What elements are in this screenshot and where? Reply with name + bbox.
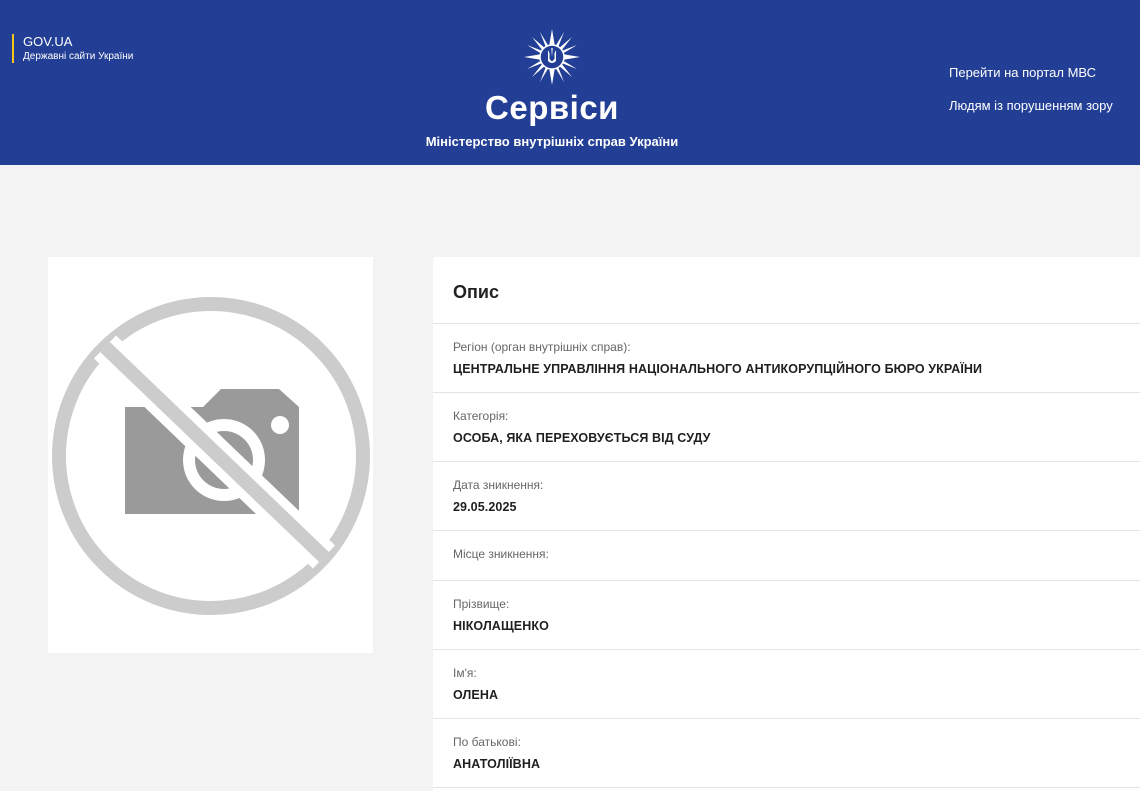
detail-value: НІКОЛАЩЕНКО	[453, 619, 549, 633]
detail-row-region: Регіон (орган внутрішніх справ): ЦЕНТРАЛ…	[433, 324, 1140, 393]
details-card: Опис Регіон (орган внутрішніх справ): ЦЕ…	[433, 257, 1140, 791]
detail-value: ЦЕНТРАЛЬНЕ УПРАВЛІННЯ НАЦІОНАЛЬНОГО АНТИ…	[453, 362, 983, 376]
detail-value: АНАТОЛІЇВНА	[453, 757, 541, 771]
detail-row-category: Категорія: ОСОБА, ЯКА ПЕРЕХОВУЄТЬСЯ ВІД …	[433, 393, 1140, 462]
detail-value: 29.05.2025	[453, 500, 517, 514]
detail-row-place: Місце зникнення:	[433, 531, 1140, 581]
detail-label: Регіон (орган внутрішніх справ):	[453, 340, 631, 354]
detail-label: Дата зникнення:	[453, 478, 544, 492]
site-header: GOV.UA Державні сайти України Сервіси Мі…	[0, 0, 1140, 165]
person-photo	[48, 257, 373, 653]
detail-label: По батькові:	[453, 735, 521, 749]
detail-label: Категорія:	[453, 409, 509, 423]
detail-value: ОЛЕНА	[453, 688, 499, 702]
site-subtitle: Міністерство внутрішніх справ України	[425, 134, 679, 149]
no-photo-icon	[52, 297, 370, 615]
detail-row-date: Дата зникнення: 29.05.2025	[433, 462, 1140, 531]
accessibility-link[interactable]: Людям із порушенням зору	[949, 98, 1113, 114]
detail-row-surname: Прізвище: НІКОЛАЩЕНКО	[433, 581, 1140, 650]
detail-value: ОСОБА, ЯКА ПЕРЕХОВУЄТЬСЯ ВІД СУДУ	[453, 431, 711, 445]
mvs-portal-link[interactable]: Перейти на портал МВС	[949, 65, 1096, 81]
detail-label: Прізвище:	[453, 597, 510, 611]
detail-row-patronymic: По батькові: АНАТОЛІЇВНА	[433, 719, 1140, 788]
details-title: Опис	[433, 257, 1140, 324]
detail-row-name: Ім'я: ОЛЕНА	[433, 650, 1140, 719]
site-title: Сервіси	[485, 89, 619, 126]
gov-ua-title: GOV.UA	[23, 34, 73, 49]
gov-ua-link[interactable]: GOV.UA Державні сайти України	[12, 34, 133, 63]
detail-label: Місце зникнення:	[453, 547, 549, 561]
mvs-emblem-icon[interactable]	[522, 27, 582, 87]
gov-ua-subtitle: Державні сайти України	[23, 51, 134, 62]
detail-label: Ім'я:	[453, 666, 477, 680]
